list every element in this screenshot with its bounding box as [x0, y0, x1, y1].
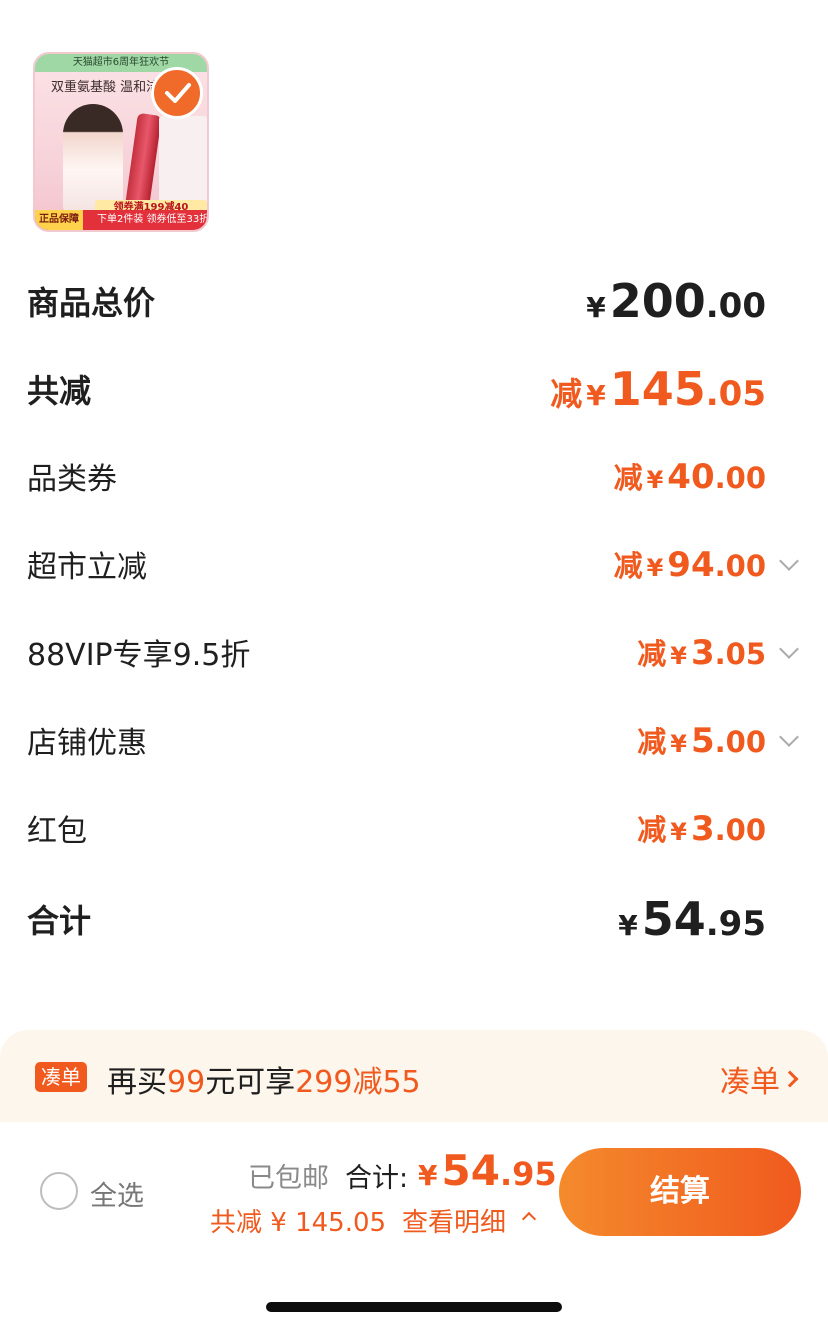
discount-row-88vip[interactable]: 88VIP专享9.5折 减 ¥ 3 .05 — [27, 630, 766, 674]
saved-amount: 共减 ¥ 145.05 — [210, 1208, 387, 1238]
amount-decimal: .00 — [714, 549, 766, 583]
select-all-radio[interactable] — [40, 1172, 78, 1210]
currency-symbol: ¥ — [418, 1159, 438, 1192]
amount-decimal: .05 — [714, 637, 766, 671]
discount-label: 店铺优惠 — [27, 726, 147, 761]
amount-integer: 54 — [641, 892, 706, 946]
thumb-bottom-text: 下单2件装 领券低至33折 — [97, 214, 207, 225]
discount-amount: 减 ¥ 94 .00 — [614, 543, 766, 585]
currency-symbol: ¥ — [618, 909, 638, 942]
total-reduction-row: 共减 减 ¥ 145 .05 — [27, 362, 766, 416]
chevron-down-icon[interactable] — [779, 727, 799, 747]
discount-label: 超市立减 — [27, 550, 147, 585]
promo-tag: 凑单 — [35, 1062, 87, 1092]
reduction-prefix: 减 — [550, 375, 583, 413]
currency-symbol: ¥ — [586, 291, 606, 324]
promo-text-part: 再买 — [107, 1065, 167, 1100]
chevron-up-icon[interactable] — [521, 1211, 537, 1227]
thumb-model-image — [63, 104, 123, 214]
amount-decimal: .95 — [499, 1155, 557, 1193]
currency-symbol: ¥ — [670, 730, 687, 758]
thumb-bottom-strip: 正品保障 下单2件装 领券低至33折 — [35, 210, 207, 230]
add-on-promo-banner[interactable]: 凑单 再买99元可享299减55 凑单 — [0, 1030, 828, 1122]
goods-total-row: 商品总价 ¥ 200 .00 — [27, 274, 766, 328]
amount-decimal: .00 — [714, 813, 766, 847]
promo-text: 再买99元可享299减55 — [107, 1057, 421, 1101]
currency-symbol: ¥ — [646, 554, 664, 582]
grand-total-row: 合计 ¥ 54 .95 — [27, 892, 766, 946]
total-amount: ¥54.95 — [418, 1146, 557, 1195]
goods-total-label: 商品总价 — [27, 284, 156, 322]
total-label: 合计: — [345, 1163, 409, 1194]
amount-decimal: .00 — [714, 725, 766, 759]
discount-row-category-coupon: 品类券 减 ¥ 40 .00 — [27, 454, 766, 498]
reduction-prefix: 减 — [613, 549, 643, 583]
reduction-prefix: 减 — [613, 461, 643, 495]
currency-symbol: ¥ — [670, 642, 687, 670]
discount-amount: 减 ¥ 40 .00 — [614, 455, 766, 497]
currency-symbol: ¥ — [586, 379, 606, 412]
chevron-right-icon[interactable] — [781, 1070, 799, 1088]
chevron-down-icon[interactable] — [779, 551, 799, 571]
discount-amount: 减 ¥ 5 .00 — [637, 719, 766, 761]
amount-integer: 3 — [690, 809, 715, 849]
free-shipping-label: 已包邮 — [248, 1163, 329, 1194]
amount-integer: 94 — [667, 545, 715, 585]
grand-total-label: 合计 — [27, 902, 92, 940]
promo-offer: 299减55 — [295, 1065, 421, 1100]
promo-amount: 99 — [167, 1065, 206, 1100]
thumb-authentic-badge: 正品保障 — [35, 210, 83, 230]
total-reduction-label: 共减 — [27, 372, 92, 410]
total-reduction-amount: 减 ¥ 145 .05 — [550, 362, 766, 416]
discount-amount: 减 ¥ 3 .05 — [637, 631, 766, 673]
home-indicator[interactable] — [266, 1302, 562, 1312]
amount-decimal: .00 — [705, 286, 766, 326]
amount-integer: 54 — [441, 1146, 500, 1195]
amount-integer: 3 — [690, 633, 715, 673]
product-selected-check-icon[interactable] — [151, 67, 203, 119]
promo-text-part: 元可享 — [205, 1065, 296, 1100]
amount-integer: 40 — [667, 457, 715, 497]
amount-integer: 145 — [609, 362, 706, 416]
grand-total-amount: ¥ 54 .95 — [614, 892, 766, 946]
amount-decimal: .05 — [705, 374, 766, 414]
checkout-bar: 全选 已包邮 合计: ¥54.95 共减 ¥ 145.05 查看明细 结算 — [0, 1122, 828, 1331]
discount-label: 红包 — [27, 814, 87, 849]
add-on-link[interactable]: 凑单 — [720, 1057, 780, 1101]
amount-decimal: .00 — [714, 461, 766, 495]
reduction-prefix: 减 — [637, 813, 667, 847]
discount-row-store[interactable]: 店铺优惠 减 ¥ 5 .00 — [27, 718, 766, 762]
checkout-button[interactable]: 结算 — [559, 1148, 801, 1236]
currency-symbol: ¥ — [670, 818, 687, 846]
amount-integer: 5 — [690, 721, 715, 761]
reduction-prefix: 减 — [637, 725, 667, 759]
discount-row-supermarket[interactable]: 超市立减 减 ¥ 94 .00 — [27, 542, 766, 586]
amount-decimal: .95 — [705, 904, 766, 944]
discount-row-red-packet: 红包 减 ¥ 3 .00 — [27, 806, 766, 850]
view-details-link[interactable]: 查看明细 — [402, 1202, 506, 1239]
chevron-down-icon[interactable] — [779, 639, 799, 659]
discount-label: 88VIP专享9.5折 — [27, 638, 251, 673]
discount-amount: 减 ¥ 3 .00 — [637, 807, 766, 849]
currency-symbol: ¥ — [646, 466, 664, 494]
amount-integer: 200 — [609, 274, 706, 328]
discount-label: 品类券 — [27, 462, 117, 497]
goods-total-amount: ¥ 200 .00 — [582, 274, 766, 328]
select-all-label[interactable]: 全选 — [90, 1174, 144, 1213]
reduction-prefix: 减 — [637, 637, 667, 671]
